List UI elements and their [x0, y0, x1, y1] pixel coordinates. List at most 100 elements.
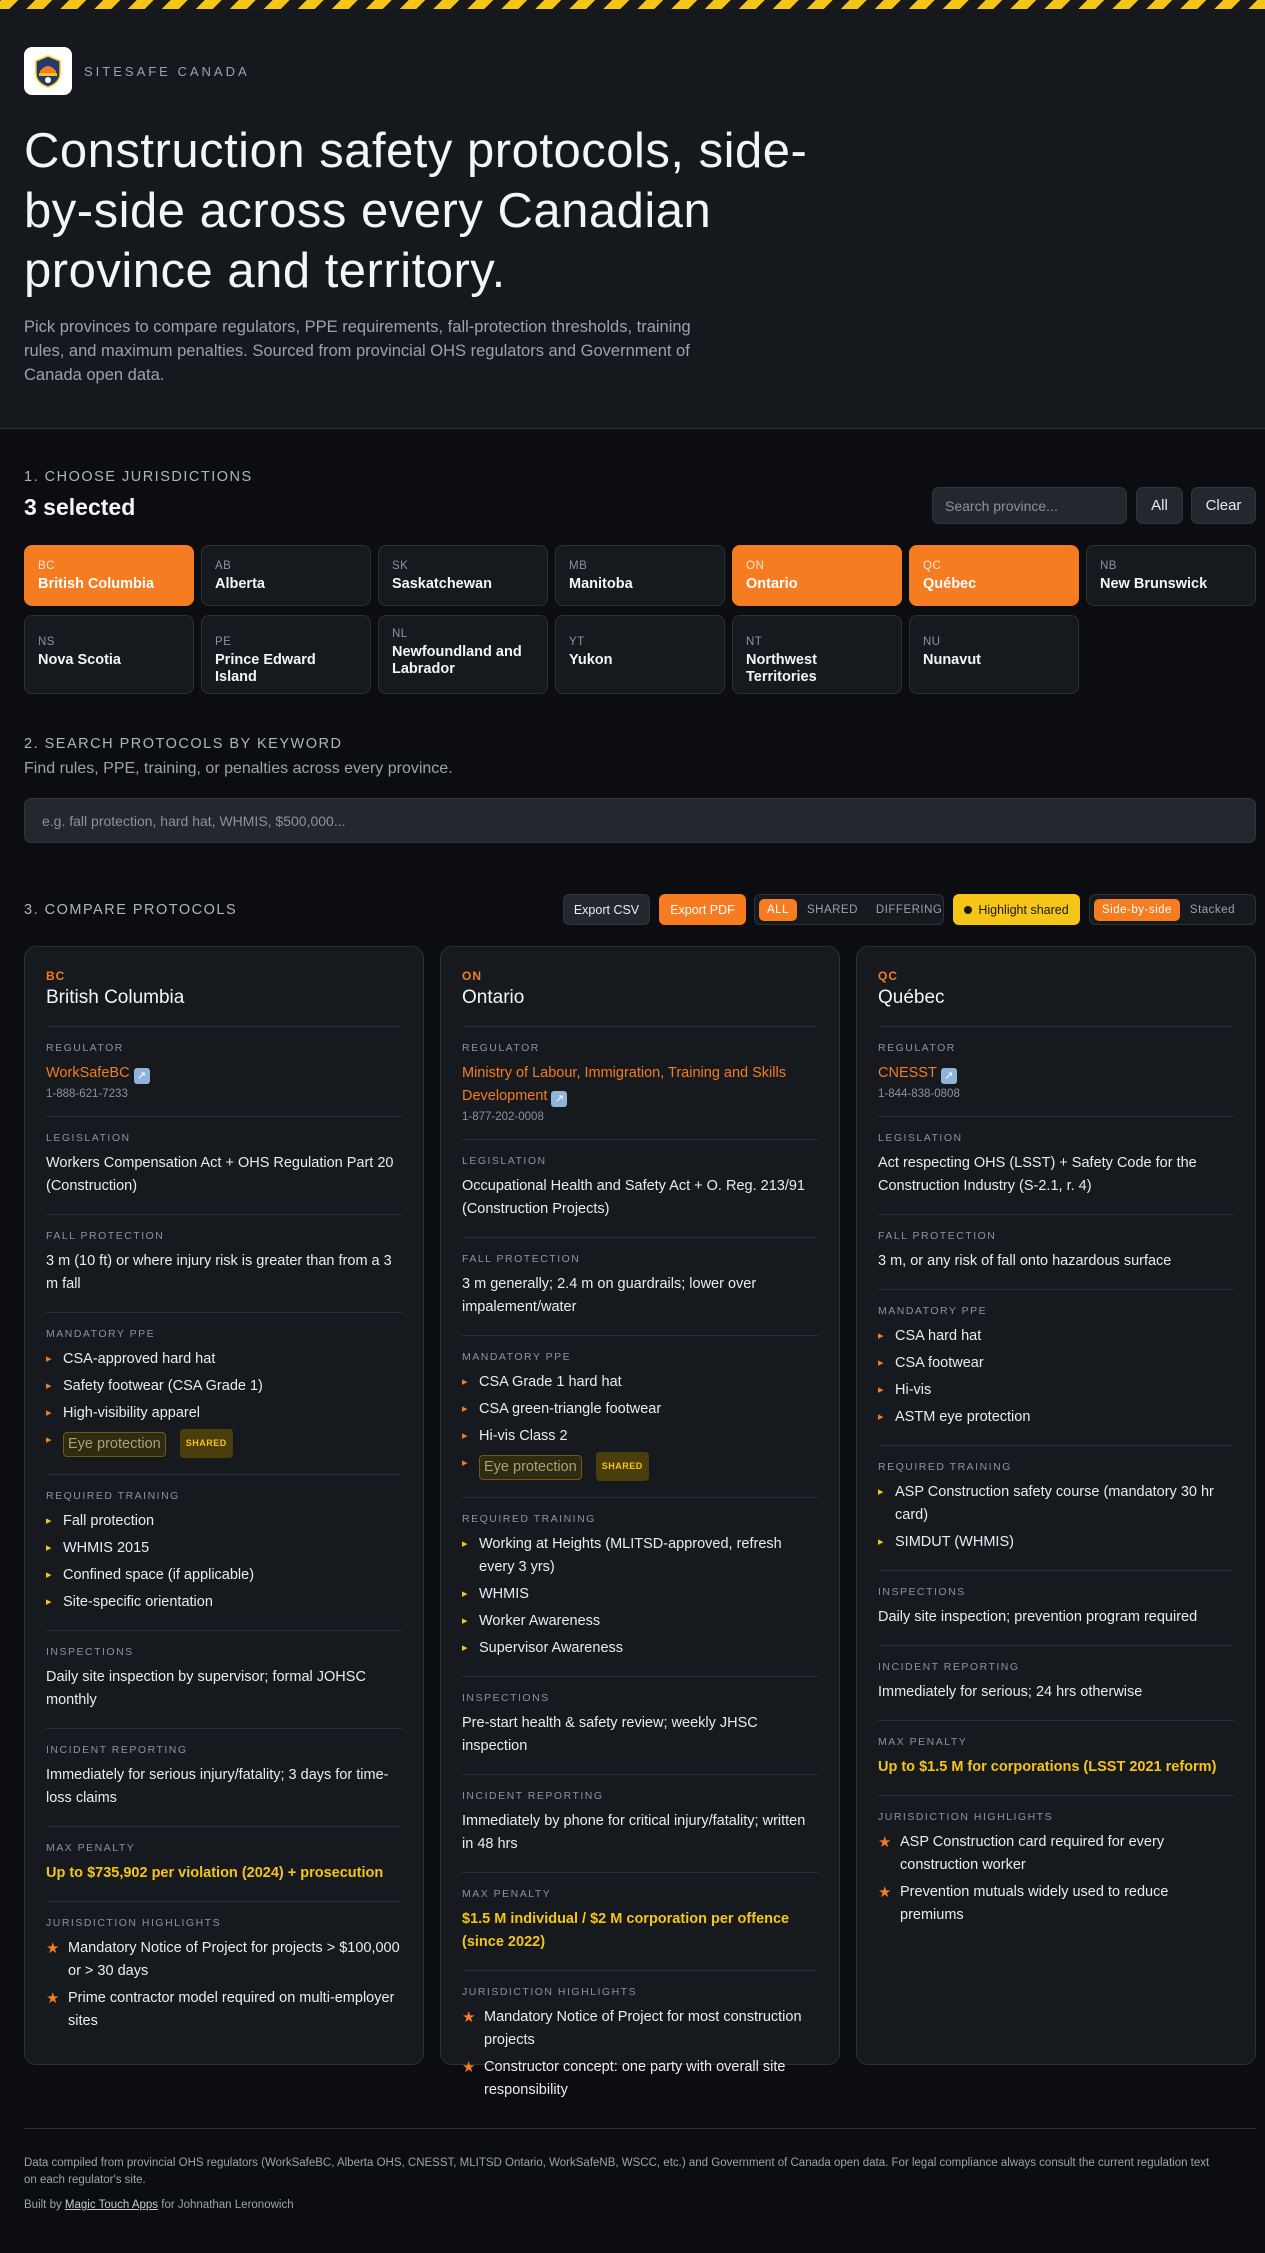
shared-ppe-text: Eye protection	[479, 1455, 582, 1480]
filter-differing-option[interactable]: DIFFERING	[868, 899, 950, 921]
regulator-link[interactable]: WorkSafeBC ↗	[46, 1062, 402, 1085]
inspections-block: INSPECTIONS Pre-start health & safety re…	[462, 1677, 818, 1775]
footer-divider	[24, 2128, 1256, 2129]
compare-column-bc: BC British Columbia REGULATOR WorkSafeBC…	[24, 946, 424, 2065]
legislation-block: LEGISLATION Act respecting OHS (LSST) + …	[878, 1117, 1234, 1215]
incident-label: INCIDENT REPORTING	[878, 1661, 1020, 1673]
training-item: SIMDUT (WHMIS)	[878, 1531, 1234, 1554]
training-label: REQUIRED TRAINING	[462, 1513, 596, 1525]
fall-protection-label: FALL PROTECTION	[46, 1230, 165, 1242]
ppe-item: CSA hard hat	[878, 1325, 1234, 1348]
keyword-label: 2. SEARCH PROTOCOLS BY KEYWORD	[24, 736, 343, 752]
filter-all-option[interactable]: ALL	[759, 898, 797, 921]
regulator-phone: 1-844-838-0808	[878, 1088, 960, 1100]
training-label: REQUIRED TRAINING	[878, 1461, 1012, 1473]
shared-badge: SHARED	[595, 1452, 649, 1481]
province-chip-mb[interactable]: MB Manitoba	[555, 545, 725, 606]
regulator-link[interactable]: CNESST ↗	[878, 1062, 1234, 1085]
training-item: Worker Awareness	[462, 1610, 818, 1633]
regulator-label: REGULATOR	[462, 1042, 540, 1054]
highlights-block: JURISDICTION HIGHLIGHTS Mandatory Notice…	[46, 1902, 402, 2057]
fall-protection-text: 3 m generally; 2.4 m on guardrails; lowe…	[462, 1276, 757, 1315]
province-chip-ns[interactable]: NS Nova Scotia	[24, 615, 194, 694]
incident-text: Immediately by phone for critical injury…	[462, 1813, 806, 1852]
inspections-text: Daily site inspection; prevention progra…	[878, 1609, 1198, 1625]
incident-block: INCIDENT REPORTING Immediately for serio…	[878, 1646, 1234, 1721]
chip-code: MB	[569, 560, 588, 572]
province-chip-ab[interactable]: AB Alberta	[201, 545, 371, 606]
highlights-label: JURISDICTION HIGHLIGHTS	[878, 1811, 1054, 1823]
province-chip-yt[interactable]: YT Yukon	[555, 615, 725, 694]
inspections-block: INSPECTIONS Daily site inspection by sup…	[46, 1631, 402, 1729]
filter-shared-option[interactable]: SHARED	[799, 899, 866, 921]
chip-code: PE	[215, 636, 232, 648]
training-label: REQUIRED TRAINING	[46, 1490, 180, 1502]
province-chip-pe[interactable]: PE Prince Edward Island	[201, 615, 371, 694]
regulator-link[interactable]: Ministry of Labour, Immigration, Trainin…	[462, 1062, 818, 1108]
hero-section: SITESAFE CANADA Construction safety prot…	[0, 9, 1265, 429]
province-chip-sk[interactable]: SK Saskatchewan	[378, 545, 548, 606]
province-chip-nl[interactable]: NL Newfoundland and Labrador	[378, 615, 548, 694]
penalty-text: $1.5 M individual / $2 M corporation per…	[462, 1911, 790, 1950]
highlight-shared-toggle[interactable]: Highlight shared	[953, 894, 1080, 925]
construction-badge-icon[interactable]	[24, 47, 72, 95]
chip-code: AB	[215, 560, 232, 572]
training-item: ASP Construction safety course (mandator…	[878, 1481, 1234, 1527]
province-chip-nu[interactable]: NU Nunavut	[909, 615, 1079, 694]
penalty-label: MAX PENALTY	[878, 1736, 968, 1748]
fall-protection-label: FALL PROTECTION	[462, 1253, 581, 1265]
chip-name: British Columbia	[38, 576, 155, 592]
compare-label: 3. COMPARE PROTOCOLS	[24, 902, 238, 918]
chip-name: Saskatchewan	[392, 576, 492, 592]
legislation-block: LEGISLATION Workers Compensation Act + O…	[46, 1117, 402, 1215]
footer-built-prefix: Built by	[24, 2199, 62, 2211]
incident-block: INCIDENT REPORTING Immediately for serio…	[46, 1729, 402, 1827]
column-name: British Columbia	[46, 987, 402, 1027]
penalty-label: MAX PENALTY	[46, 1842, 136, 1854]
keyword-search-input[interactable]: e.g. fall protection, hard hat, WHMIS, $…	[24, 798, 1256, 843]
province-chip-on[interactable]: ON Ontario	[732, 545, 902, 606]
legislation-label: LEGISLATION	[462, 1155, 547, 1167]
province-chip-nb[interactable]: NB New Brunswick	[1086, 545, 1256, 606]
province-search-input[interactable]: Search province...	[932, 487, 1127, 524]
compare-column-on: ON Ontario REGULATOR Ministry of Labour,…	[440, 946, 840, 2098]
training-item: Supervisor Awareness	[462, 1637, 818, 1660]
province-chip-bc[interactable]: BC British Columbia	[24, 545, 194, 606]
ppe-label: MANDATORY PPE	[462, 1351, 572, 1363]
select-all-button[interactable]: All	[1136, 487, 1183, 524]
layout-side-by-side-option[interactable]: Side-by-side	[1094, 898, 1180, 921]
layout-stacked-option[interactable]: Stacked	[1182, 899, 1243, 921]
training-block: REQUIRED TRAINING Working at Heights (ML…	[462, 1498, 818, 1677]
shared-badge: SHARED	[179, 1429, 233, 1458]
province-chip-nt[interactable]: NT Northwest Territories	[732, 615, 902, 694]
clear-button[interactable]: Clear	[1191, 487, 1256, 524]
highlights-block: JURISDICTION HIGHLIGHTS Mandatory Notice…	[462, 1971, 818, 2126]
highlights-label: JURISDICTION HIGHLIGHTS	[462, 1986, 638, 1998]
province-chip-qc[interactable]: QC Québec	[909, 545, 1079, 606]
highlights-label: JURISDICTION HIGHLIGHTS	[46, 1917, 222, 1929]
chip-code: YT	[569, 636, 585, 648]
penalty-text: Up to $1.5 M for corporations (LSST 2021…	[878, 1759, 1217, 1775]
highlight-shared-label: Highlight shared	[978, 902, 1069, 917]
filter-segmented-control: ALL SHARED DIFFERING	[754, 894, 944, 925]
chip-code: NT	[746, 636, 763, 648]
regulator-phone: 1-888-621-7233	[46, 1088, 128, 1100]
column-name: Québec	[878, 987, 1234, 1027]
regulator-name: WorkSafeBC	[46, 1065, 130, 1081]
external-link-icon: ↗	[551, 1091, 568, 1107]
training-block: REQUIRED TRAINING ASP Construction safet…	[878, 1446, 1234, 1571]
footer-built-link[interactable]: Magic Touch Apps	[65, 2199, 158, 2211]
export-csv-button[interactable]: Export CSV	[563, 894, 650, 925]
ppe-block: MANDATORY PPE CSA-approved hard hat Safe…	[46, 1313, 402, 1475]
training-item: Confined space (if applicable)	[46, 1564, 402, 1587]
column-name: Ontario	[462, 987, 818, 1027]
chip-code: SK	[392, 560, 409, 572]
inspections-label: INSPECTIONS	[46, 1646, 134, 1658]
fall-protection-text: 3 m (10 ft) or where injury risk is grea…	[46, 1253, 392, 1292]
highlight-item: Prime contractor model required on multi…	[46, 1987, 402, 2033]
chip-name: Nova Scotia	[38, 652, 121, 668]
incident-label: INCIDENT REPORTING	[462, 1790, 604, 1802]
export-pdf-button[interactable]: Export PDF	[659, 894, 746, 925]
chip-name: Manitoba	[569, 576, 633, 592]
penalty-block: MAX PENALTY Up to $1.5 M for corporation…	[878, 1721, 1234, 1796]
